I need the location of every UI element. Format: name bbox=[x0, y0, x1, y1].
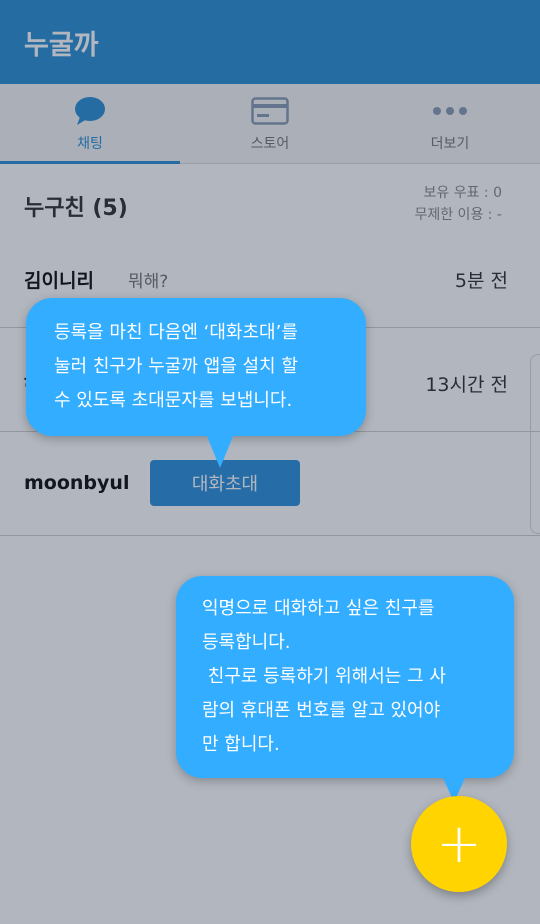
tooltip-line: 람의 휴대폰 번호를 알고 있어야 bbox=[202, 700, 441, 721]
tooltip-line: 수 있도록 초대문자를 보냅니다. bbox=[54, 390, 293, 411]
add-friend-button[interactable]: + bbox=[411, 796, 507, 892]
tooltip-tail bbox=[206, 434, 234, 468]
tooltip-line: 등록합니다. bbox=[202, 632, 291, 653]
register-tooltip: 익명으로 대화하고 싶은 친구를 등록합니다. 친구로 등록하기 위해서는 그 … bbox=[176, 576, 514, 802]
invite-tooltip: 등록을 마친 다음엔 ‘대화초대’를 눌러 친구가 누굴까 앱을 설치 할 수 … bbox=[26, 298, 366, 468]
tooltip-line: 익명으로 대화하고 싶은 친구를 bbox=[202, 598, 435, 619]
tooltip-line: 친구로 등록하기 위해서는 그 사 bbox=[202, 666, 446, 687]
tooltip-line: 눌러 친구가 누굴까 앱을 설치 할 bbox=[54, 356, 298, 377]
tooltip-line: 등록을 마친 다음엔 ‘대화초대’를 bbox=[54, 322, 298, 343]
tooltip-line: 만 합니다. bbox=[202, 734, 280, 755]
